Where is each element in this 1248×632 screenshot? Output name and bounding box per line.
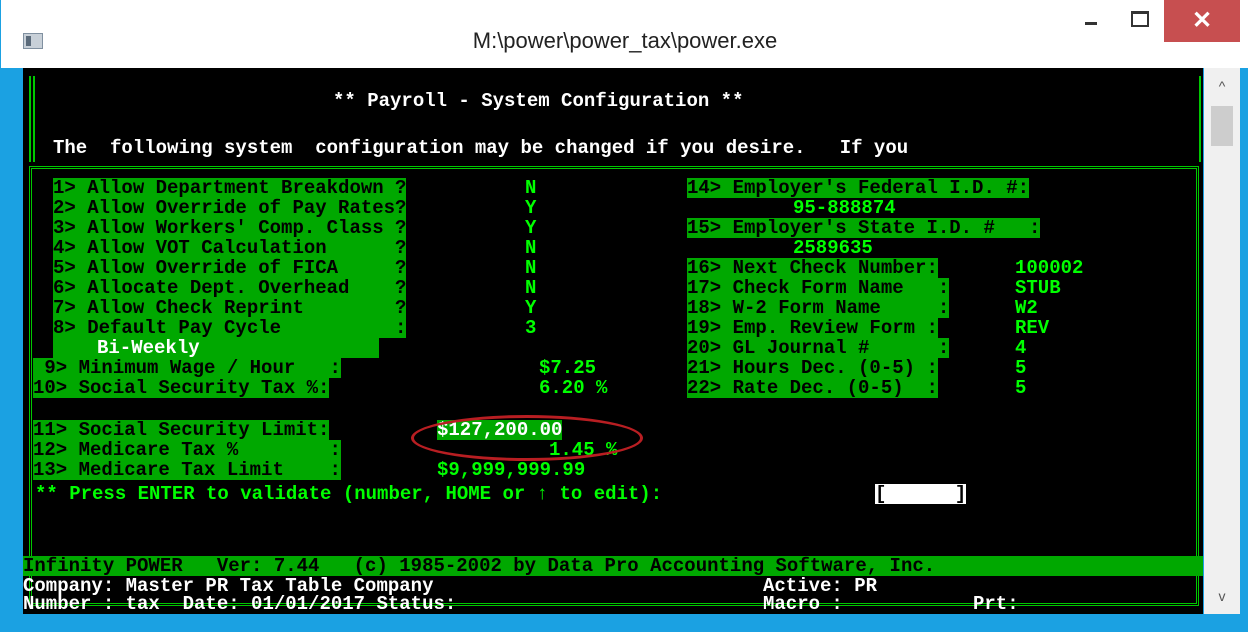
title-bar: M:\power\power_tax\power.exe ✕ — [1, 0, 1248, 68]
option-21-value[interactable]: 5 — [1015, 358, 1026, 378]
option-7-value[interactable]: Y — [525, 298, 536, 318]
option-2-value[interactable]: Y — [525, 198, 536, 218]
option-14-label[interactable]: 14> Employer's Federal I.D. #: — [687, 178, 1030, 198]
validate-prompt: ** Press ENTER to validate (number, HOME… — [35, 483, 663, 505]
app-window: M:\power\power_tax\power.exe ✕ ** Payrol… — [0, 0, 1248, 632]
option-16-label[interactable]: 16> Next Check Number: — [687, 258, 938, 278]
number-date-status-line: Number : tax Date: 01/01/2017 Status: — [23, 593, 457, 614]
option-18-label[interactable]: 18> W-2 Form Name : — [687, 298, 950, 318]
option-1-value[interactable]: N — [525, 178, 536, 198]
option-1-label[interactable]: 1> Allow Department Breakdown ? — [53, 178, 407, 198]
option-6-label[interactable]: 6> Allocate Dept. Overhead ? — [53, 278, 407, 298]
option-19-value[interactable]: REV — [1015, 318, 1049, 338]
annotation-circle — [411, 415, 643, 461]
option-11-label[interactable]: 11> Social Security Limit: — [33, 420, 330, 440]
window-bottom-border — [1, 614, 1248, 632]
page-subtitle: The following system configuration may b… — [53, 137, 909, 159]
scroll-thumb[interactable] — [1211, 106, 1233, 146]
option-9-label[interactable]: 9> Minimum Wage / Hour : — [33, 358, 341, 378]
option-15-label[interactable]: 15> Employer's State I.D. # : — [687, 218, 1041, 238]
scroll-down-arrow-icon[interactable]: v — [1204, 578, 1240, 614]
printer-label: Prt: — [973, 593, 1019, 614]
option-9-value[interactable]: $7.25 — [539, 358, 596, 378]
option-18-value[interactable]: W2 — [1015, 298, 1038, 318]
option-12-label[interactable]: 12> Medicare Tax % : — [33, 440, 341, 460]
option-20-value[interactable]: 4 — [1015, 338, 1026, 358]
close-button[interactable]: ✕ — [1164, 0, 1240, 42]
macro-label: Macro : — [763, 593, 843, 614]
option-5-label[interactable]: 5> Allow Override of FICA ? — [53, 258, 407, 278]
minimize-button[interactable] — [1067, 0, 1115, 44]
option-17-label[interactable]: 17> Check Form Name : — [687, 278, 950, 298]
window-title: M:\power\power_tax\power.exe — [472, 28, 778, 53]
option-3-value[interactable]: Y — [525, 218, 536, 238]
option-4-label[interactable]: 4> Allow VOT Calculation ? — [53, 238, 407, 258]
pay-cycle-value: Bi-Weekly — [53, 338, 379, 358]
console-screen[interactable]: ** Payroll - System Configuration ** The… — [23, 68, 1203, 614]
option-4-value[interactable]: N — [525, 238, 536, 258]
option-7-label[interactable]: 7> Allow Check Reprint ? — [53, 298, 407, 318]
option-21-label[interactable]: 21> Hours Dec. (0-5) : — [687, 358, 938, 378]
option-3-label[interactable]: 3> Allow Workers' Comp. Class ? — [53, 218, 407, 238]
option-22-label[interactable]: 22> Rate Dec. (0-5) : — [687, 378, 938, 398]
page-title: ** Payroll - System Configuration ** — [333, 90, 744, 112]
option-2-label[interactable]: 2> Allow Override of Pay Rates? — [53, 198, 407, 218]
option-10-value[interactable]: 6.20 % — [539, 378, 607, 398]
close-icon: ✕ — [1191, 7, 1213, 34]
vertical-scrollbar[interactable]: ^ v — [1204, 68, 1240, 614]
option-6-value[interactable]: N — [525, 278, 536, 298]
option-13-label[interactable]: 13> Medicare Tax Limit : — [33, 460, 341, 480]
maximize-button[interactable] — [1115, 0, 1163, 44]
option-14-value[interactable]: 95-888874 — [793, 198, 896, 218]
option-15-value[interactable]: 2589635 — [793, 238, 873, 258]
prompt-input-field[interactable]: [ ] — [875, 484, 967, 504]
version-banner: Infinity POWER Ver: 7.44 (c) 1985-2002 b… — [23, 556, 1203, 576]
option-8-label[interactable]: 8> Default Pay Cycle : — [53, 318, 407, 338]
option-16-value[interactable]: 100002 — [1015, 258, 1083, 278]
option-19-label[interactable]: 19> Emp. Review Form : — [687, 318, 938, 338]
scroll-up-arrow-icon[interactable]: ^ — [1204, 68, 1240, 104]
option-20-label[interactable]: 20> GL Journal # : — [687, 338, 950, 358]
option-13-value[interactable]: $9,999,999.99 — [437, 460, 585, 480]
option-22-value[interactable]: 5 — [1015, 378, 1026, 398]
option-10-label[interactable]: 10> Social Security Tax %: — [33, 378, 330, 398]
option-17-value[interactable]: STUB — [1015, 278, 1061, 298]
option-5-value[interactable]: N — [525, 258, 536, 278]
option-8-value[interactable]: 3 — [525, 318, 536, 338]
